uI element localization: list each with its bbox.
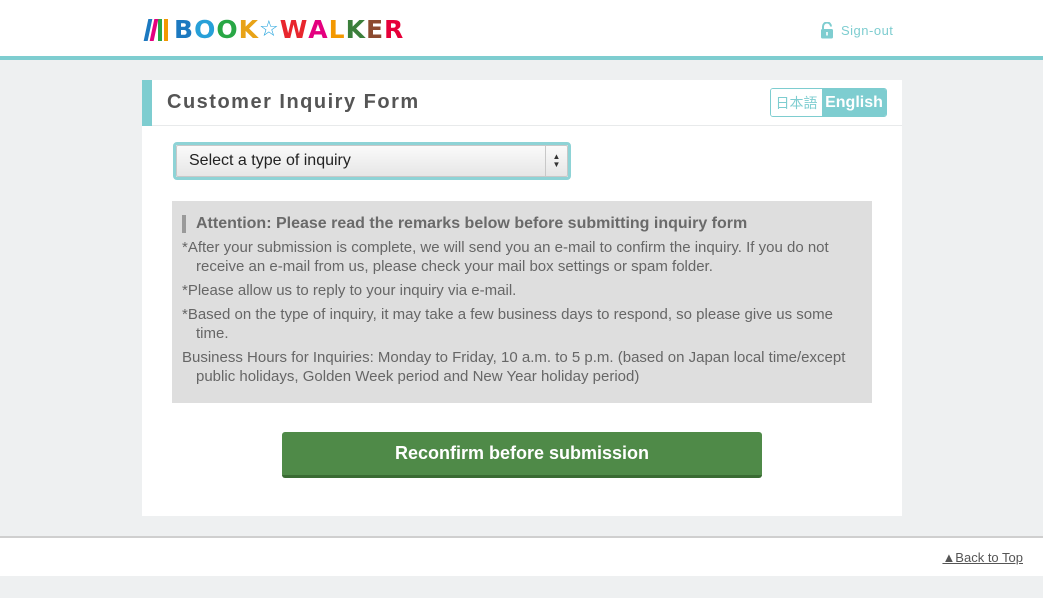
back-to-top-link[interactable]: ▲Back to Top bbox=[942, 550, 1023, 565]
logo-letter: A bbox=[308, 15, 329, 44]
sign-out-link[interactable]: Sign-out bbox=[820, 20, 893, 40]
panel-accent-bar bbox=[142, 80, 152, 126]
language-toggle: 日本語 English bbox=[770, 88, 887, 117]
notice-item: *Please allow us to reply to your inquir… bbox=[182, 282, 517, 299]
logo-letter: K bbox=[238, 15, 259, 44]
logo-letter: W bbox=[279, 15, 309, 44]
logo-letter: O bbox=[216, 15, 239, 44]
inquiry-type-select[interactable]: Select a type of inquiry ▲ ▼ bbox=[173, 142, 571, 180]
select-arrows-icon: ▲ ▼ bbox=[545, 146, 567, 176]
logo-letter: B bbox=[174, 15, 195, 44]
logo-letter: R bbox=[384, 15, 405, 44]
language-english-button[interactable]: English bbox=[822, 89, 886, 116]
site-footer: ▲Back to Top bbox=[0, 536, 1043, 576]
inquiry-type-selected-value: Select a type of inquiry bbox=[189, 152, 351, 169]
attention-notice: Attention: Please read the remarks below… bbox=[172, 201, 872, 403]
reconfirm-submit-button[interactable]: Reconfirm before submission bbox=[282, 432, 762, 478]
inquiry-panel: Customer Inquiry Form 日本語 English Select… bbox=[142, 80, 902, 516]
notice-title: Attention: Please read the remarks below… bbox=[182, 215, 862, 233]
logo-letter: L bbox=[328, 15, 346, 44]
panel-header: Customer Inquiry Form 日本語 English bbox=[142, 80, 902, 126]
language-japanese-button[interactable]: 日本語 bbox=[771, 89, 822, 116]
sign-out-label: Sign-out bbox=[841, 22, 894, 38]
logo-bars-icon bbox=[143, 19, 168, 41]
notice-item: Business Hours for Inquiries: Monday to … bbox=[182, 349, 846, 385]
notice-item: *Based on the type of inquiry, it may ta… bbox=[182, 306, 833, 342]
bookwalker-logo[interactable]: B O O K ☆ W A L K E R bbox=[143, 17, 404, 43]
logo-wordmark: B O O K ☆ W A L K E R bbox=[174, 17, 404, 43]
logo-star-icon: ☆ bbox=[258, 17, 280, 42]
notice-item: *After your submission is complete, we w… bbox=[182, 239, 829, 275]
site-header: B O O K ☆ W A L K E R Sign-out bbox=[0, 0, 1043, 60]
page-title: Customer Inquiry Form bbox=[167, 91, 420, 113]
unlock-icon bbox=[821, 21, 833, 38]
inquiry-type-select-box[interactable]: Select a type of inquiry ▲ ▼ bbox=[176, 145, 568, 177]
logo-letter: K bbox=[345, 15, 366, 44]
logo-letter: O bbox=[194, 15, 217, 44]
logo-letter: E bbox=[365, 15, 385, 44]
